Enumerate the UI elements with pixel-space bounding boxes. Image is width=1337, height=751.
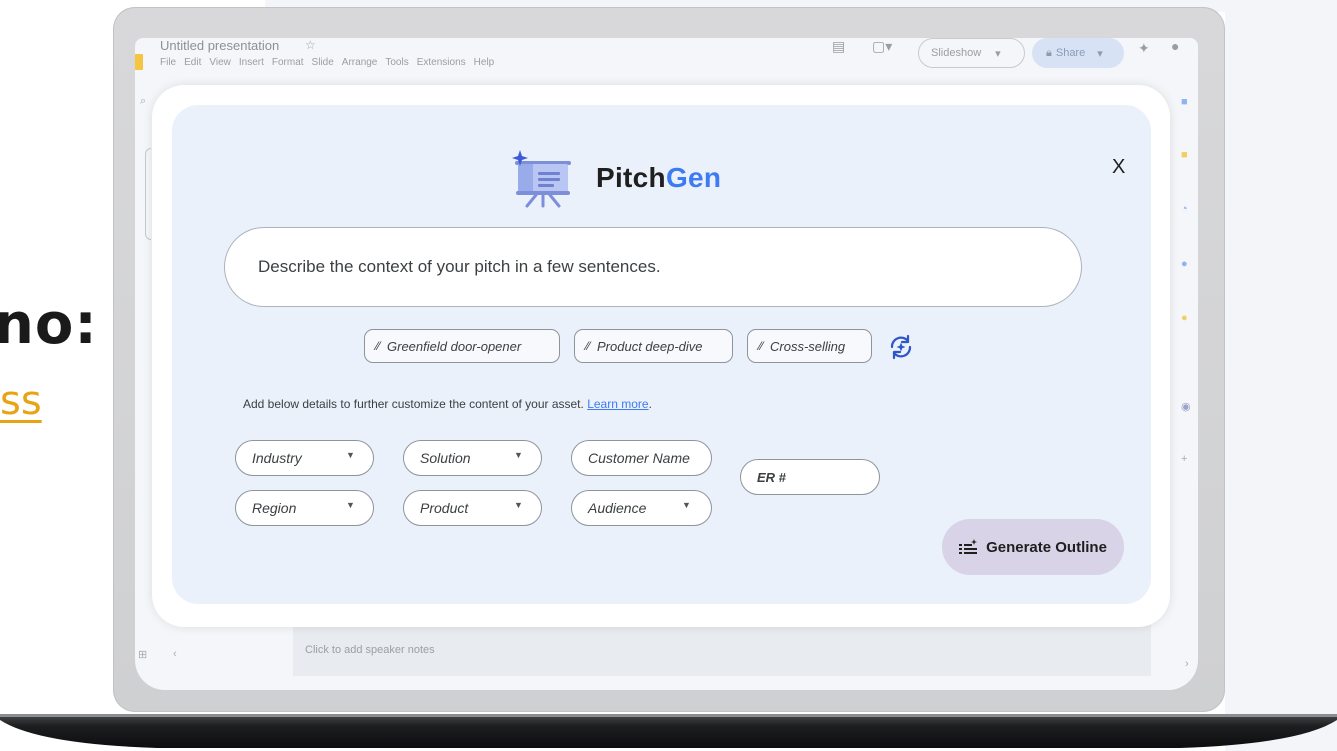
magic-wand-icon: ⁄⁄ bbox=[586, 339, 591, 353]
menu-item-arrange[interactable]: Arrange bbox=[342, 57, 378, 68]
brand-name-part1: Pitch bbox=[596, 162, 666, 193]
caret-down-icon: ▼ bbox=[682, 500, 691, 510]
details-text: Add below details to further customize t… bbox=[243, 397, 584, 411]
region-label: Region bbox=[252, 500, 297, 516]
slides-logo-icon bbox=[135, 54, 143, 70]
caret-down-icon: ▼ bbox=[346, 450, 355, 460]
contacts-icon[interactable]: ● bbox=[1181, 258, 1188, 270]
gemini-sparkle-icon[interactable]: ✦ bbox=[1138, 40, 1150, 57]
chip-product-deep-dive[interactable]: ⁄⁄ Product deep-dive bbox=[574, 329, 733, 363]
audience-dropdown[interactable]: Audience ▼ bbox=[571, 490, 712, 526]
speaker-notes-placeholder: Click to add speaker notes bbox=[305, 644, 435, 656]
pitchgen-brand: PitchGen bbox=[512, 150, 812, 210]
caret-down-icon: ▼ bbox=[514, 450, 523, 460]
menu-item-extensions[interactable]: Extensions bbox=[417, 57, 466, 68]
customer-name-field[interactable]: Customer Name bbox=[571, 440, 712, 476]
side-link[interactable]: ss bbox=[0, 378, 42, 424]
tasks-icon[interactable]: ◔ bbox=[1181, 203, 1188, 215]
outline-list-icon bbox=[959, 539, 978, 554]
chevron-left-icon[interactable]: ‹ bbox=[173, 648, 177, 660]
brand-name-part2: Gen bbox=[665, 162, 722, 193]
pitchgen-dialog: X PitchGen Describe the context of your … bbox=[152, 85, 1170, 627]
brand-name: PitchGen bbox=[596, 162, 721, 194]
chevron-down-icon: ▾ bbox=[995, 47, 1001, 60]
magic-wand-icon: ⁄⁄ bbox=[376, 339, 381, 353]
er-number-field[interactable]: ER # bbox=[740, 459, 880, 495]
pitch-context-input[interactable]: Describe the context of your pitch in a … bbox=[224, 227, 1082, 307]
industry-label: Industry bbox=[252, 450, 302, 466]
generate-label: Generate Outline bbox=[986, 538, 1107, 556]
presentation-board-icon bbox=[512, 150, 571, 208]
region-dropdown[interactable]: Region ▼ bbox=[235, 490, 374, 526]
chip-label: Greenfield door-opener bbox=[387, 338, 522, 354]
generate-outline-button[interactable]: Generate Outline bbox=[942, 519, 1124, 575]
avatar[interactable]: ● bbox=[1171, 38, 1179, 54]
solution-dropdown[interactable]: Solution ▼ bbox=[403, 440, 542, 476]
details-suffix: . bbox=[648, 397, 652, 411]
close-button[interactable]: X bbox=[1112, 156, 1125, 179]
product-dropdown[interactable]: Product ▼ bbox=[403, 490, 542, 526]
calendar-icon[interactable]: ■ bbox=[1181, 96, 1188, 108]
add-icon[interactable]: + bbox=[1181, 453, 1187, 465]
search-icon[interactable]: ⌕ bbox=[140, 95, 146, 108]
learn-more-link[interactable]: Learn more bbox=[587, 397, 648, 411]
laptop-base bbox=[0, 714, 1337, 748]
slide-thumbnail-edge bbox=[145, 148, 151, 240]
slideshow-button[interactable]: Slideshow ▾ bbox=[918, 38, 1025, 68]
speaker-notes-area[interactable]: Click to add speaker notes bbox=[293, 620, 1151, 676]
share-button[interactable]: 🔒︎ Share ▾ bbox=[1032, 38, 1124, 68]
lock-icon: 🔒︎ bbox=[1046, 46, 1052, 59]
menu-item-format[interactable]: Format bbox=[272, 57, 304, 68]
audience-label: Audience bbox=[588, 500, 647, 516]
magic-wand-icon: ⁄⁄ bbox=[759, 339, 764, 353]
menu-item-tools[interactable]: Tools bbox=[385, 57, 408, 68]
menu-bar: File Edit View Insert Format Slide Arran… bbox=[160, 57, 494, 68]
industry-dropdown[interactable]: Industry ▼ bbox=[235, 440, 374, 476]
meet-icon[interactable]: ▢▾ bbox=[872, 38, 892, 55]
chip-label: Product deep-dive bbox=[597, 338, 703, 354]
chip-greenfield[interactable]: ⁄⁄ Greenfield door-opener bbox=[364, 329, 560, 363]
chip-cross-selling[interactable]: ⁄⁄ Cross-selling bbox=[747, 329, 872, 363]
menu-item-slide[interactable]: Slide bbox=[312, 57, 334, 68]
solution-label: Solution bbox=[420, 450, 471, 466]
pitchgen-panel: X PitchGen Describe the context of your … bbox=[172, 105, 1151, 604]
grid-view-icon[interactable]: ⊞ bbox=[138, 648, 147, 661]
chevron-down-icon: ▾ bbox=[1097, 47, 1103, 60]
menu-item-insert[interactable]: Insert bbox=[239, 57, 264, 68]
comments-icon[interactable]: ▤ bbox=[832, 38, 845, 55]
keep-icon[interactable]: ■ bbox=[1181, 149, 1188, 161]
caret-down-icon: ▼ bbox=[346, 500, 355, 510]
chevron-right-icon[interactable]: › bbox=[1185, 658, 1189, 670]
slideshow-label: Slideshow bbox=[931, 47, 982, 59]
maps-icon[interactable]: ● bbox=[1181, 312, 1188, 324]
product-label: Product bbox=[420, 500, 469, 516]
side-heading: no: bbox=[0, 292, 98, 357]
star-icon[interactable]: ☆ bbox=[305, 38, 316, 52]
addon-icon[interactable]: ◉ bbox=[1181, 400, 1191, 413]
caret-down-icon: ▼ bbox=[514, 500, 523, 510]
menu-item-view[interactable]: View bbox=[209, 57, 231, 68]
share-label: Share bbox=[1055, 47, 1086, 59]
details-instructions: Add below details to further customize t… bbox=[243, 397, 652, 411]
refresh-sparkle-icon[interactable] bbox=[888, 334, 914, 360]
menu-item-file[interactable]: File bbox=[160, 57, 176, 68]
menu-item-edit[interactable]: Edit bbox=[184, 57, 201, 68]
doc-title[interactable]: Untitled presentation bbox=[160, 38, 279, 53]
page-background-right bbox=[1225, 0, 1337, 751]
menu-item-help[interactable]: Help bbox=[474, 57, 495, 68]
chip-label: Cross-selling bbox=[770, 338, 846, 354]
